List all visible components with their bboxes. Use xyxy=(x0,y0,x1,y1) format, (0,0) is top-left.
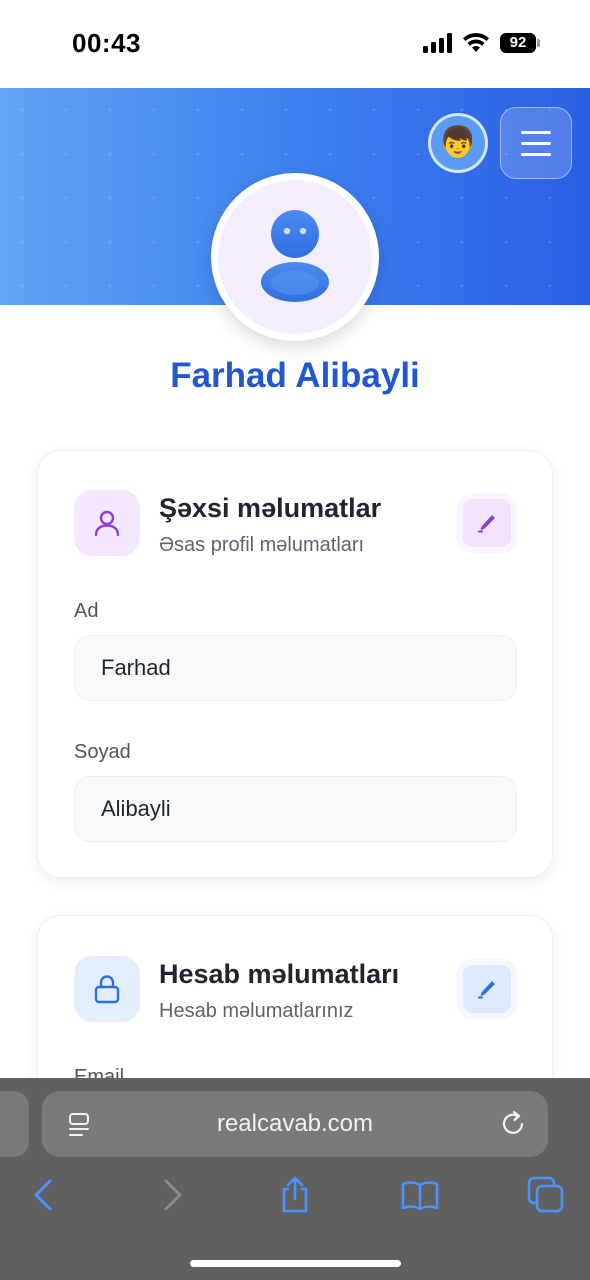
lock-icon xyxy=(74,956,140,1022)
personal-info-card: Şəxsi məlumatlar Əsas profil məlumatları… xyxy=(37,450,553,878)
last-name-label: Soyad xyxy=(74,741,131,763)
reload-icon[interactable] xyxy=(500,1110,528,1138)
home-indicator[interactable] xyxy=(190,1260,401,1267)
browser-toolbar: realcavab.com xyxy=(0,1078,590,1280)
pencil-icon xyxy=(478,515,495,533)
previous-tab[interactable] xyxy=(0,1091,29,1157)
profile-avatar[interactable] xyxy=(211,173,379,341)
edit-account-info-button[interactable] xyxy=(457,959,517,1019)
battery-icon: 92 xyxy=(500,33,540,53)
default-user-avatar-icon xyxy=(261,210,329,302)
first-name-field[interactable]: Farhad xyxy=(74,635,517,701)
profile-name: Farhad Alibayli xyxy=(170,356,420,395)
profile-screen: 00:43 92 👦 Farhad Alibayli Şəxsi məlumat… xyxy=(0,0,590,1280)
user-avatar-button[interactable]: 👦 xyxy=(428,113,488,173)
tabs-icon[interactable] xyxy=(526,1175,566,1215)
menu-button[interactable] xyxy=(500,107,572,179)
first-name-label: Ad xyxy=(74,600,99,622)
forward-icon[interactable] xyxy=(152,1175,192,1215)
cellular-signal-icon xyxy=(423,33,452,53)
pencil-icon xyxy=(478,981,495,999)
user-icon xyxy=(74,490,140,556)
avatar-emoji: 👦 xyxy=(439,126,477,159)
hamburger-icon xyxy=(521,130,551,134)
bookmarks-icon[interactable] xyxy=(400,1175,440,1215)
wifi-icon xyxy=(463,33,489,52)
address-bar[interactable]: realcavab.com xyxy=(42,1091,548,1157)
url-text: realcavab.com xyxy=(216,1110,374,1137)
edit-personal-info-button[interactable] xyxy=(457,493,517,553)
back-icon[interactable] xyxy=(24,1175,64,1215)
last-name-field[interactable]: Alibayli xyxy=(74,776,517,842)
personal-info-subtitle: Əsas profil məlumatları xyxy=(159,534,365,556)
battery-level: 92 xyxy=(500,33,536,53)
account-info-title: Hesab məlumatları xyxy=(159,959,400,989)
status-time: 00:43 xyxy=(72,28,141,58)
status-bar: 00:43 92 xyxy=(0,0,590,88)
personal-info-title: Şəxsi məlumatlar xyxy=(159,493,382,523)
account-info-subtitle: Hesab məlumatlarınız xyxy=(159,1000,354,1022)
share-icon[interactable] xyxy=(275,1175,315,1215)
